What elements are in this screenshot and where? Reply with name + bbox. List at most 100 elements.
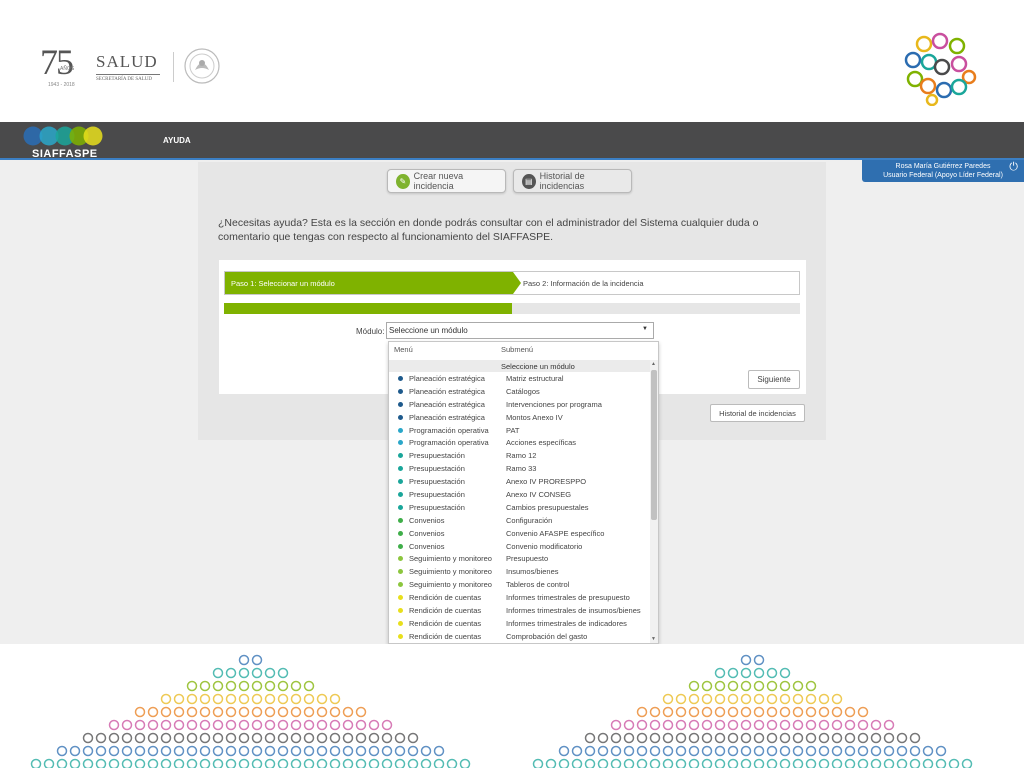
dropdown-option[interactable]: Programación operativa PAT <box>389 424 650 437</box>
decorative-ring <box>701 719 713 731</box>
historial-incidencias-button[interactable]: ▤ Historial de incidencias <box>513 169 632 193</box>
decorative-ring <box>740 680 752 692</box>
decorative-ring <box>186 719 198 731</box>
decorative-ring <box>147 706 159 718</box>
decorative-ring <box>636 706 648 718</box>
decorative-ring <box>805 693 817 705</box>
scrollbar-thumb[interactable] <box>651 370 657 520</box>
decorative-ring <box>277 680 289 692</box>
crear-incidencia-button[interactable]: ✎ Crear nueva incidencia <box>387 169 506 193</box>
dropdown-option[interactable]: Seguimiento y monitoreo Presupuesto <box>389 552 650 565</box>
option-submenu: Montos Anexo IV <box>506 412 563 422</box>
dropdown-option-placeholder[interactable]: Seleccione un módulo <box>389 360 650 372</box>
option-menu: Presupuestación <box>409 464 465 474</box>
decorative-ring <box>922 745 934 757</box>
dropdown-scrollbar[interactable]: ▲ ▼ <box>650 360 658 643</box>
decorative-ring <box>277 667 289 679</box>
decorative-ring <box>857 719 869 731</box>
decorative-ring <box>316 719 328 731</box>
pencil-icon: ✎ <box>396 173 410 189</box>
siguiente-button[interactable]: Siguiente <box>748 370 800 389</box>
decorative-ring <box>303 680 315 692</box>
decorative-ring <box>212 693 224 705</box>
decorative-ring <box>662 732 674 744</box>
dropdown-option[interactable]: Rendición de cuentas Informes trimestrale… <box>389 591 650 604</box>
dropdown-option[interactable]: Rendición de cuentas Comprobación del gas… <box>389 630 650 643</box>
decorative-ring <box>727 745 739 757</box>
decorative-ring <box>623 745 635 757</box>
dropdown-option[interactable]: Planeación estratégica Catálogos <box>389 385 650 398</box>
decorative-ring <box>381 732 393 744</box>
decorative-ring <box>277 719 289 731</box>
option-menu: Seguimiento y monitoreo <box>409 554 492 564</box>
module-color-dot-icon <box>398 440 403 446</box>
decorative-ring <box>212 732 224 744</box>
decorative-ring <box>818 745 830 757</box>
module-color-dot-icon <box>398 492 403 498</box>
decorative-ring <box>649 745 661 757</box>
option-submenu: Informes trimestrales de presupuesto <box>506 593 630 603</box>
decorative-ring <box>818 706 830 718</box>
decorative-ring <box>844 758 856 768</box>
decorative-ring <box>225 693 237 705</box>
dropdown-option[interactable]: Presupuestación Cambios presupuestales <box>389 501 650 514</box>
decorative-ring <box>623 719 635 731</box>
decorative-ring <box>714 732 726 744</box>
module-color-dot-icon <box>398 504 403 510</box>
decorative-ring <box>779 719 791 731</box>
user-name: Rosa María Gutiérrez Paredes <box>895 163 991 170</box>
chevron-down-icon: ▼ <box>642 326 648 332</box>
decorative-ring <box>805 706 817 718</box>
scroll-down-icon[interactable]: ▼ <box>651 636 656 642</box>
decorative-ring <box>844 732 856 744</box>
decorative-ring <box>805 732 817 744</box>
power-icon[interactable]: ⏻ <box>1009 162 1018 173</box>
decorative-flower-pattern <box>0 644 1024 768</box>
decorative-ring <box>251 758 263 768</box>
dropdown-option[interactable]: Planeación estratégica Intervenciones por… <box>389 398 650 411</box>
brand-logo[interactable]: SIAFFASPE <box>23 125 105 160</box>
decorative-ring <box>381 758 393 768</box>
dropdown-option[interactable]: Rendición de cuentas Informes trimestrale… <box>389 604 650 617</box>
crear-incidencia-label: Crear nueva incidencia <box>413 171 464 191</box>
decorative-ring <box>160 706 172 718</box>
decorative-ring <box>597 732 609 744</box>
decorative-ring <box>316 693 328 705</box>
dropdown-col-submenu: Submenú <box>501 345 534 354</box>
decorative-ring <box>779 745 791 757</box>
dropdown-option[interactable]: Planeación estratégica Matriz estructural <box>389 372 650 385</box>
historial-incidencias-secondary-button[interactable]: Historial de incidencias <box>710 404 805 422</box>
decorative-ring <box>883 745 895 757</box>
dropdown-option[interactable]: Presupuestación Anexo IV PRORESPPO <box>389 475 650 488</box>
decorative-ring <box>766 758 778 768</box>
step-1-active: Paso 1: Seleccionar un módulo <box>225 272 513 294</box>
decorative-ring <box>264 758 276 768</box>
dropdown-option[interactable]: Convenios Configuración <box>389 514 650 527</box>
dropdown-option[interactable]: Convenios Convenio modificatorio <box>389 540 650 553</box>
decorative-ring <box>818 693 830 705</box>
decorative-ring <box>753 745 765 757</box>
nav-item-ayuda[interactable]: AYUDA <box>163 136 191 145</box>
option-menu: Rendición de cuentas <box>409 618 482 628</box>
dropdown-option[interactable]: Presupuestación Anexo IV CONSEG <box>389 488 650 501</box>
decorative-ring <box>108 732 120 744</box>
brand-circles-icon <box>23 126 103 146</box>
decorative-ring <box>199 745 211 757</box>
decorative-ring <box>753 693 765 705</box>
dropdown-option[interactable]: Seguimiento y monitoreo Tableros de contr… <box>389 578 650 591</box>
module-color-dot-icon <box>398 633 403 639</box>
dropdown-option[interactable]: Seguimiento y monitoreo Insumos/bienes <box>389 565 650 578</box>
dropdown-option[interactable]: Presupuestación Ramo 12 <box>389 449 650 462</box>
list-icon: ▤ <box>522 173 536 189</box>
dropdown-option[interactable]: Convenios Convenio AFASPE específico <box>389 527 650 540</box>
dropdown-option[interactable]: Rendición de cuentas Informes trimestrale… <box>389 617 650 630</box>
decorative-ring <box>844 706 856 718</box>
dropdown-option[interactable]: Programación operativa Acciones específic… <box>389 436 650 449</box>
dropdown-option[interactable]: Presupuestación Ramo 33 <box>389 462 650 475</box>
dropdown-option[interactable]: Planeación estratégica Montos Anexo IV <box>389 411 650 424</box>
module-color-dot-icon <box>398 582 403 588</box>
decorative-ring <box>147 758 159 768</box>
modulo-select[interactable]: Seleccione un módulo ▼ <box>386 322 654 339</box>
decorative-ring <box>251 654 263 666</box>
scroll-up-icon[interactable]: ▲ <box>651 361 656 367</box>
